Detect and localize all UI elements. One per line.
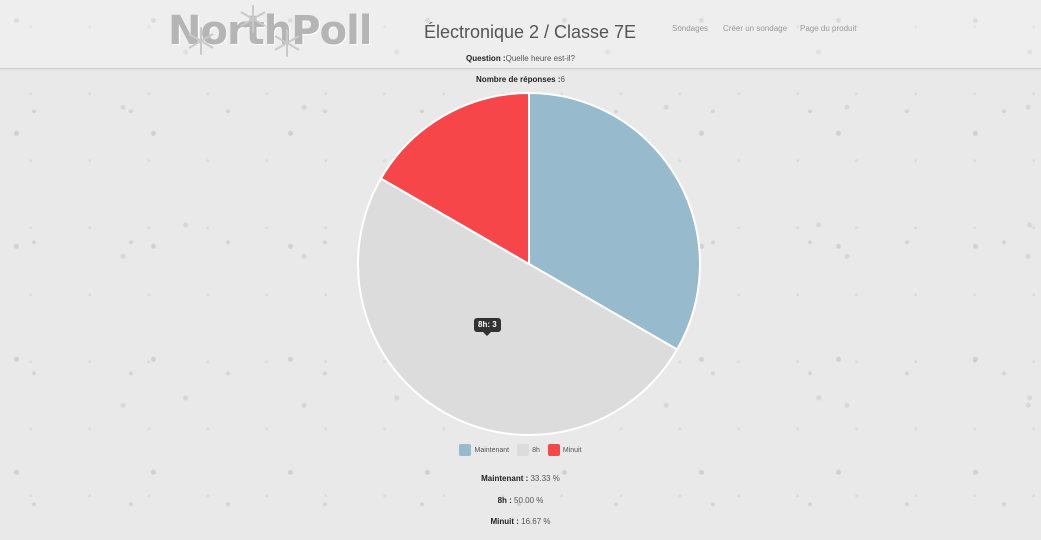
responses-count: 6 [560, 75, 565, 84]
nav-link-sondages[interactable]: Sondages [672, 24, 708, 33]
page-title: Électronique 2 / Classe 7E [423, 22, 637, 42]
snowflake-icon [240, 5, 266, 33]
legend-label-minuit: Minuit [562, 446, 582, 454]
stat-line-minuit: Minuit : 16.67 % [0, 517, 1041, 526]
nav-link-page-produit[interactable]: Page du produit [800, 24, 857, 33]
legend-swatch-maintenant [459, 444, 472, 456]
stat-line-maintenant: Maintenant : 33.33 % [0, 474, 1041, 483]
stat-value: 33.33 % [530, 474, 560, 483]
legend-item-8h[interactable]: 8h [517, 444, 540, 456]
nav-link-creer-sondage[interactable]: Créer un sondage [723, 24, 787, 33]
stat-label: 8h : [497, 496, 512, 505]
chart-tooltip: 8h: 3 [474, 318, 501, 336]
responses-line: Nombre de réponses :6 [0, 75, 1041, 84]
pie-chart [357, 91, 701, 436]
question-label: Question : [466, 54, 506, 63]
stat-value: 16.67 % [521, 517, 551, 526]
stat-value: 50.00 % [514, 496, 544, 505]
chart-legend: Maintenant 8h Minuit [0, 444, 1041, 456]
question-text: Quelle heure est-il? [505, 54, 575, 63]
legend-swatch-minuit [547, 444, 560, 456]
stat-label: Maintenant : [481, 474, 529, 483]
legend-item-minuit[interactable]: Minuit [547, 444, 582, 456]
northpoll-logo[interactable]: NorthPoll [168, 5, 372, 57]
legend-label-maintenant: Maintenant [474, 446, 510, 454]
stat-label: Minuit : [490, 517, 519, 526]
responses-label: Nombre de réponses : [476, 75, 561, 84]
legend-label-8h: 8h [532, 446, 540, 454]
snowflake-icon [188, 27, 214, 55]
legend-item-maintenant[interactable]: Maintenant [459, 444, 509, 456]
question-line: Question :Quelle heure est-il? [0, 54, 1041, 63]
stat-line-8h: 8h : 50.00 % [0, 496, 1041, 505]
legend-swatch-8h [517, 444, 530, 456]
